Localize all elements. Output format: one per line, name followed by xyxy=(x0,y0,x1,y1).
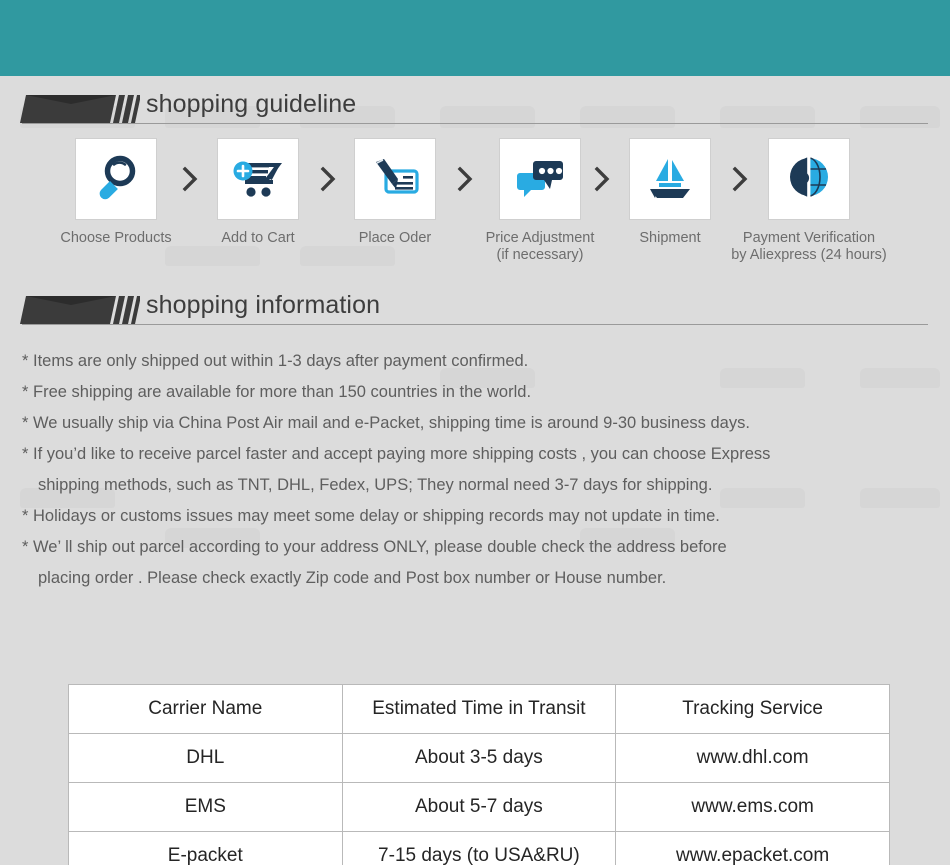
table-cell-carrier: EMS xyxy=(68,782,343,832)
info-line: placing order . Please check exactly Zip… xyxy=(38,569,667,587)
top-banner-bar xyxy=(0,0,950,76)
table-cell-tracking[interactable]: www.dhl.com xyxy=(615,733,890,783)
info-line: * We usually ship via China Post Air mai… xyxy=(22,414,750,432)
step-label-sub: (if necessary) xyxy=(496,247,584,263)
info-line: * If you’d like to receive parcel faster… xyxy=(22,445,771,463)
page-content: shopping guideline Choose Products Add t… xyxy=(0,76,950,865)
table-row: DHL About 3-5 days www.dhl.com xyxy=(68,733,890,783)
carrier-table: Carrier Name Estimated Time in Transit T… xyxy=(68,684,890,865)
section-banner-icon xyxy=(20,296,141,324)
info-line: * Items are only shipped out within 1-3 … xyxy=(22,352,529,370)
step-icon-box xyxy=(629,138,711,220)
step-icon-box xyxy=(768,138,850,220)
section-header-guideline: shopping guideline xyxy=(0,90,950,132)
add-to-cart-icon xyxy=(230,151,286,208)
table-header-cell: Carrier Name xyxy=(68,684,343,734)
table-header-cell: Tracking Service xyxy=(615,684,890,734)
step-label: Payment Verification xyxy=(742,230,876,246)
section-title-information: shopping information xyxy=(146,291,381,319)
table-header-cell: Estimated Time in Transit xyxy=(341,684,617,734)
section-underline xyxy=(22,123,928,124)
sailboat-icon xyxy=(642,151,698,208)
table-cell-transit: About 5-7 days xyxy=(341,782,617,832)
table-cell-carrier: DHL xyxy=(68,733,343,783)
table-row: EMS About 5-7 days www.ems.com xyxy=(68,782,890,832)
table-row: E-packet 7-15 days (to USA&RU) www.epack… xyxy=(68,831,890,865)
step-icon-box xyxy=(217,138,299,220)
info-line: * Holidays or customs issues may meet so… xyxy=(22,507,720,525)
section-banner-icon xyxy=(20,95,141,123)
step-payment-verification[interactable]: Payment Verification by Aliexpress (24 h… xyxy=(726,138,892,264)
step-label: Place Oder xyxy=(358,230,432,246)
step-place-order[interactable]: Place Oder xyxy=(312,138,478,247)
info-line: shipping methods, such as TNT, DHL, Fede… xyxy=(38,476,713,494)
table-cell-transit: About 3-5 days xyxy=(341,733,617,783)
table-cell-tracking[interactable]: www.ems.com xyxy=(615,782,890,832)
guideline-steps: Choose Products Add to Cart Place Oder P… xyxy=(0,138,950,278)
shopping-information-list: * Items are only shipped out within 1-3 … xyxy=(22,346,932,594)
table-header-row: Carrier Name Estimated Time in Transit T… xyxy=(68,684,890,734)
step-icon-box xyxy=(499,138,581,220)
pen-cheque-icon xyxy=(367,151,423,208)
dollar-globe-icon xyxy=(781,151,837,208)
section-header-information: shopping information xyxy=(0,291,950,333)
section-underline xyxy=(22,324,928,325)
section-title-guideline: shopping guideline xyxy=(146,90,357,118)
magnifier-icon xyxy=(90,151,142,208)
step-label-sub: by Aliexpress (24 hours) xyxy=(731,247,887,263)
table-cell-carrier: E-packet xyxy=(68,831,343,865)
info-line: * Free shipping are available for more t… xyxy=(22,383,532,401)
step-icon-box xyxy=(75,138,157,220)
info-line: * We’ ll ship out parcel according to yo… xyxy=(22,538,727,556)
step-icon-box xyxy=(354,138,436,220)
table-cell-transit: 7-15 days (to USA&RU) xyxy=(341,831,617,865)
table-cell-tracking[interactable]: www.epacket.com xyxy=(615,831,890,865)
chat-bubbles-icon xyxy=(512,151,568,208)
